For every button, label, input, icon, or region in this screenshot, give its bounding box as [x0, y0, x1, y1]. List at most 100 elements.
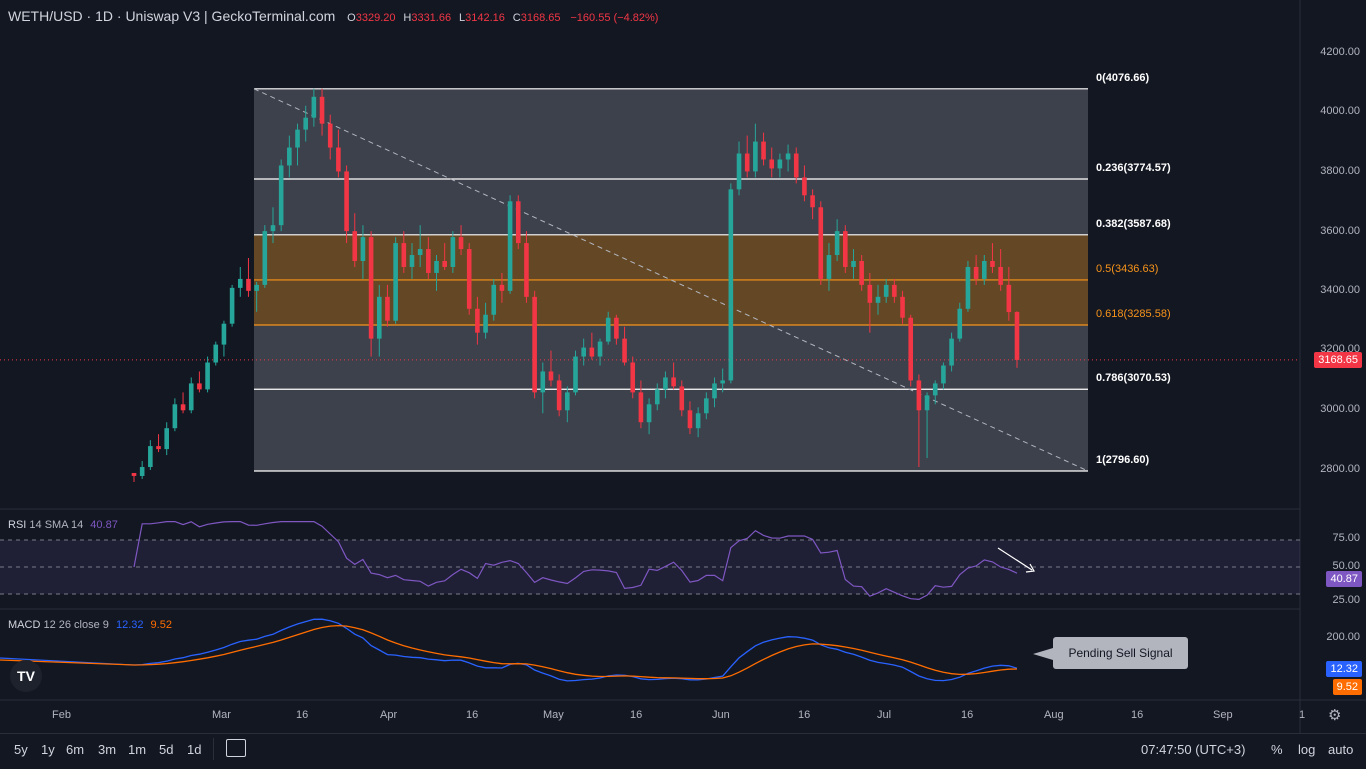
candle-body [712, 383, 717, 399]
macd-params: 12 26 close 9 [43, 619, 109, 631]
tradingview-logo-icon[interactable]: TV [10, 660, 42, 692]
signal-line [133, 624, 1018, 680]
fib-level-05: 0.5(3436.63) [1096, 263, 1159, 275]
candle-body [892, 284, 897, 297]
candle-body [990, 261, 995, 267]
candle-body [426, 249, 431, 273]
candle-body [834, 231, 840, 256]
candle-body [793, 153, 799, 178]
macd-value: 12.32 [115, 619, 144, 631]
candle-body [336, 147, 341, 172]
open-value: 3329.20 [355, 12, 396, 24]
candle-body [548, 371, 554, 381]
candle-body [213, 344, 219, 363]
macd-legend[interactable]: MACD 12 26 close 9 12.32 9.52 [8, 619, 172, 631]
change-value: −160.55 (−4.82%) [570, 12, 659, 24]
candle-body [532, 296, 537, 393]
candle-body [131, 472, 137, 476]
candle-body [221, 323, 227, 345]
time-tick: 16 [961, 709, 974, 721]
fib-level-0: 0(4076.66) [1096, 72, 1150, 84]
range-1m[interactable]: 1m [128, 742, 146, 757]
range-1y[interactable]: 1y [41, 742, 55, 757]
candle-body [605, 317, 611, 342]
time-tick: 16 [630, 709, 643, 721]
candle-body [622, 338, 627, 363]
settings-gear-icon[interactable]: ⚙ [1328, 706, 1341, 724]
candle-body [736, 153, 742, 190]
candle-body [409, 255, 415, 267]
candle-body [556, 380, 562, 411]
candle-body [981, 261, 987, 279]
rsi-legend[interactable]: RSI 14 SMA 14 40.87 [8, 519, 118, 531]
price-tick: 2800.00 [1320, 463, 1360, 475]
candle-body [458, 237, 464, 250]
time-tick: Jun [712, 709, 730, 721]
candle-body [630, 362, 636, 393]
candle-body [581, 347, 586, 357]
time-tick: 16 [1131, 709, 1144, 721]
auto-toggle[interactable]: auto [1328, 742, 1353, 757]
candle-body [565, 392, 570, 411]
candle-body [483, 314, 488, 333]
range-5d[interactable]: 5d [159, 742, 173, 757]
macd-label: MACD [8, 619, 41, 631]
log-toggle[interactable]: log [1298, 742, 1315, 757]
fib-level-1: 1(2796.60) [1096, 454, 1150, 466]
pending-sell-signal-callout[interactable]: Pending Sell Signal [1033, 637, 1188, 669]
candle-body [875, 296, 881, 303]
rsi-params: 14 SMA 14 [29, 519, 84, 531]
candle-body [769, 159, 775, 169]
candle-body [205, 362, 210, 390]
candle-body [941, 365, 946, 384]
percent-toggle[interactable]: % [1271, 742, 1283, 757]
fib-level-0618: 0.618(3285.58) [1096, 308, 1171, 320]
price-tick: 4200.00 [1320, 46, 1360, 58]
clock: 07:47:50 (UTC+3) [1141, 742, 1246, 757]
candle-body [156, 446, 161, 450]
candle-body [295, 129, 300, 148]
candle-body [515, 201, 521, 244]
time-tick: Aug [1044, 709, 1064, 721]
candle-body [802, 177, 807, 196]
candle-body [507, 201, 513, 291]
candle-body [287, 147, 292, 166]
candle-body [663, 377, 668, 390]
symbol-title[interactable]: WETH/USD · 1D · Uniswap V3 | GeckoTermin… [8, 8, 335, 24]
date-range-calendar-icon[interactable] [226, 739, 246, 757]
candle-body [417, 249, 423, 256]
fib-level-0236: 0.236(3774.57) [1096, 162, 1171, 174]
high-value: 3331.66 [411, 12, 452, 24]
candle-body [597, 341, 603, 357]
candle-body [1006, 284, 1012, 313]
candle-body [614, 317, 619, 339]
candle-body [368, 237, 374, 339]
candle-body [180, 404, 186, 411]
candle-body [197, 383, 202, 390]
last-price-badge: 3168.65 [1314, 352, 1362, 368]
candle-body [900, 296, 905, 318]
open-label: O [347, 12, 356, 24]
range-3m[interactable]: 3m [98, 742, 116, 757]
range-1d[interactable]: 1d [187, 742, 201, 757]
candle-body [998, 266, 1003, 285]
macd-tick: 200.00 [1326, 631, 1360, 643]
candle-body [442, 261, 447, 267]
candle-body [148, 446, 153, 468]
candle-body [499, 284, 505, 291]
candle-body [785, 153, 791, 160]
close-value: 3168.65 [520, 12, 561, 24]
close-label: C [512, 12, 521, 24]
candle-body [450, 237, 456, 267]
range-5y[interactable]: 5y [14, 742, 28, 757]
candle-body [229, 287, 235, 324]
candle-body [867, 284, 873, 303]
candle-body [859, 261, 864, 285]
macd-line [133, 618, 1018, 682]
candle-body [164, 428, 170, 450]
candle-body [475, 308, 480, 333]
time-tick: Mar [212, 709, 231, 721]
rsi-value: 40.87 [90, 519, 118, 531]
range-6m[interactable]: 6m [66, 742, 84, 757]
candle-body [916, 380, 922, 411]
